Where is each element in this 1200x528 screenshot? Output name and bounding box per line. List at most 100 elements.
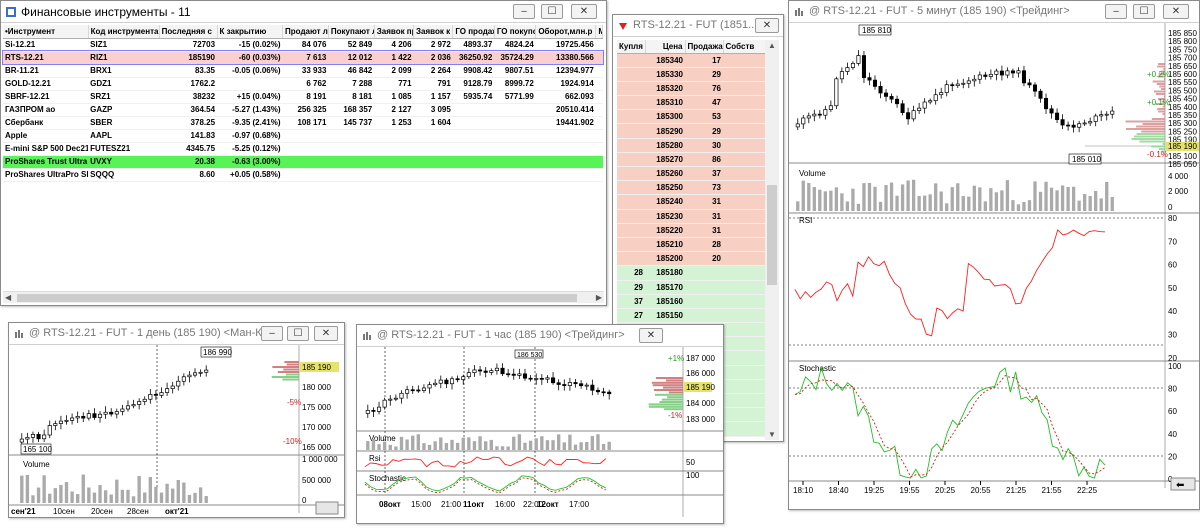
close-button[interactable]: ✕ [314,326,338,341]
orderbook-titlebar[interactable]: RTS-12.21 - FUT (1851... ✕ [613,15,783,37]
ask-row[interactable]: 185220 31 [617,223,765,238]
instrument-row[interactable]: GOLD-12.21 GDZ1 1762.2 6 762 7 288 771 791 9128… [3,77,603,91]
ask-row[interactable]: 185230 31 [617,209,765,224]
column-header[interactable]: Заявок к [413,25,454,39]
scroll-right-icon[interactable]: ▶ [596,293,602,302]
ask-row[interactable]: 185260 37 [617,166,765,182]
column-header[interactable]: Оборот,млн.р [535,25,597,39]
ask-qty-cell: 31 [685,209,723,224]
column-header[interactable]: Цена [645,40,686,54]
bid-row[interactable]: 29 185170 [617,280,765,295]
ask-row[interactable]: 185240 31 [617,194,765,210]
column-header[interactable]: Последняя с [159,25,218,39]
close-button[interactable]: ✕ [755,18,779,33]
chart-day-titlebar[interactable]: @ RTS-12.21 - FUT - 1 день (185 190) <Ма… [9,323,344,345]
cell-bids: 2 099 [374,64,414,78]
instrument-row[interactable]: SBRF-12.21 SRZ1 38232 +15 (0.04%) 8 191 8 181… [3,90,603,104]
column-header[interactable]: Код инструмента [88,25,160,39]
ask-row[interactable]: 185200 20 [617,251,765,267]
ask-row[interactable]: 185290 29 [617,123,765,139]
instrument-row[interactable]: ГАЗПРОМ ао GAZP 364.54 -5.27 (1.43%) 256 325… [3,103,603,117]
chart-day-window[interactable]: @ RTS-12.21 - FUT - 1 день (185 190) <Ма… [8,322,345,518]
instrument-row[interactable]: RTS-12.21 RIZ1 185190 -60 (0.03%) 7 613 12 01… [2,50,604,65]
volume-bar [182,482,186,503]
horizontal-scrollbar[interactable]: ◀ ▶ [3,291,604,303]
column-header[interactable]: ГО продаж [452,25,495,39]
chart-hour-titlebar[interactable]: @ RTS-12.21 - FUT - 1 час (185 190) <Тре… [357,325,723,347]
percent-label: -1% [668,411,682,420]
volume-bar [540,436,544,450]
close-button[interactable]: ✕ [571,4,597,19]
ask-row[interactable]: 185310 47 [617,95,765,111]
chart-5min-titlebar[interactable]: @ RTS-12.21 - FUT - 5 минут (185 190) <Т… [789,1,1199,23]
candle-body [922,101,927,109]
chart-day-svg[interactable]: 185 190 180 000 175 000 170 000 165 000 -5% -1… [9,345,344,517]
ask-row[interactable]: 185340 17 [617,53,765,68]
volume-bar [489,439,493,450]
maximize-button[interactable]: ☐ [287,326,309,341]
ask-row[interactable]: 185210 28 [617,237,765,253]
volume-bar [573,444,578,450]
instrument-row[interactable]: Apple AAPL 141.83 -0.97 (0.68%) [3,129,603,143]
scroll-up-icon[interactable]: ▲ [768,41,776,50]
bid-row[interactable]: 27 185150 [617,308,765,324]
candle-body [534,378,539,380]
scroll-thumb[interactable] [767,185,777,285]
minimize-button[interactable]: ‒ [513,4,535,19]
column-header[interactable]: Купля [617,40,646,54]
orderbook-vscroll[interactable]: ▲ ▼ [765,40,779,440]
chart-hour-svg[interactable]: 187 000 186 000 185 190 184 000 183 000 +1% -1… [357,347,723,523]
scroll-left-icon[interactable]: ◀ [5,293,11,302]
chart-5min-window[interactable]: @ RTS-12.21 - FUT - 5 минут (185 190) <Т… [788,0,1200,510]
chart-5min-svg[interactable]: 185 850185 800185 750185 700185 650185 6… [789,23,1199,509]
candle-body [120,408,125,412]
column-header[interactable]: Заявок пр [374,25,415,39]
bid-row[interactable]: 37 185160 [617,294,765,309]
volume-bar [834,187,839,211]
cell-sell: 8 191 [282,90,329,104]
maximize-button[interactable]: ☐ [1133,4,1155,19]
column-header[interactable]: К закрытию [217,25,284,39]
close-button[interactable]: ✕ [639,328,663,343]
bid-row[interactable]: 28 185180 [617,265,765,281]
column-header[interactable]: Продажа [685,40,724,54]
maximize-button[interactable]: ☐ [541,4,563,19]
cell-buy [328,168,375,182]
candle-body [551,377,556,384]
ask-row[interactable]: 185270 86 [617,152,765,168]
instrument-row[interactable]: ProShares UltraPro Short QQQ ESQQQ8.60+0… [3,168,603,182]
column-header[interactable]: Собств [723,40,766,54]
instrument-row[interactable]: Сбербанк SBER 378.25 -9.35 (2.41%) 108 171 14… [3,116,603,130]
ask-row[interactable]: 185330 29 [617,67,765,82]
instruments-titlebar[interactable]: Финансовые инструменты - 11 ‒ ☐ ✕ [1,1,606,23]
ask-qty-cell [685,308,723,324]
instrument-row[interactable]: E-mini S&P 500 Dec21 FUTESZ21 4345.75 -5.25… [3,142,603,156]
instrument-row[interactable]: ProShares Trust Ultra VIX ShorUVXY20.38-… [3,155,603,169]
column-header[interactable]: ГО покупо [494,25,537,39]
candle-body [861,55,866,78]
volume-tick-label: 1 000 000 [302,455,338,464]
minimize-button[interactable]: ‒ [1105,4,1127,19]
chart-hour-window[interactable]: @ RTS-12.21 - FUT - 1 час (185 190) <Тре… [356,324,724,524]
scroll-thumb[interactable] [17,294,577,302]
ask-row[interactable]: 185320 76 [617,81,765,97]
ask-row[interactable]: 185300 53 [617,109,765,125]
minimize-button[interactable]: ‒ [261,326,283,341]
instruments-table[interactable]: •Инструмент Код инструмента Последняя сК з… [2,25,604,182]
instrument-row[interactable]: Si-12.21 SIZ1 72703 -15 (0.02%) 84 076 52 849… [3,38,603,52]
close-button[interactable]: ✕ [1163,4,1189,19]
column-header[interactable]: Продают л [282,25,329,39]
column-header[interactable]: Покупают л [328,25,375,39]
volume-bar [427,444,432,450]
column-header[interactable]: М [595,25,603,39]
time-tick-label: 20сен [91,507,113,516]
ask-row[interactable]: 185250 73 [617,180,765,196]
instruments-window[interactable]: Финансовые инструменты - 11 ‒ ☐ ✕ •Инстр… [0,0,607,306]
candle-body [994,70,999,75]
column-header[interactable]: •Инструмент [3,25,89,39]
scroll-down-icon[interactable]: ▼ [768,430,776,439]
volume-bar [1038,191,1043,211]
instrument-row[interactable]: BR-11.21 BRX1 83.35 -0.05 (0.06%) 33 933 46 8… [3,64,603,78]
ask-qty-cell [685,294,723,309]
ask-row[interactable]: 185280 30 [617,138,765,153]
